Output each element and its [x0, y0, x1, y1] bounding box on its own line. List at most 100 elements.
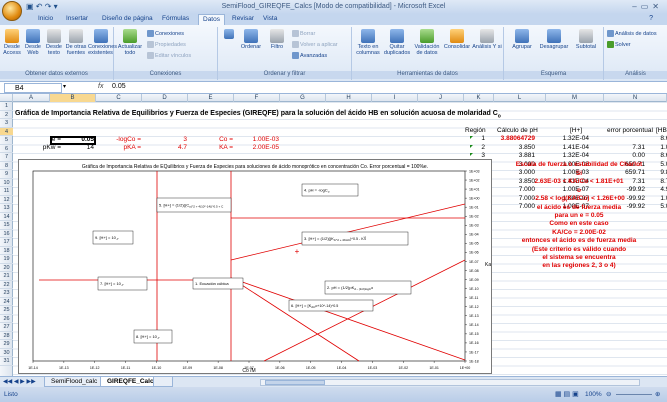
column-header[interactable]: L: [494, 94, 546, 102]
sort-az-icon[interactable]: [222, 29, 236, 40]
row-header[interactable]: 28: [0, 332, 13, 340]
other-sources-button[interactable]: De otras fuentes: [65, 29, 87, 56]
row-header[interactable]: 30: [0, 349, 13, 357]
solver-button[interactable]: Solver: [607, 41, 631, 48]
sheet-tab-gireqfe[interactable]: GIREQFE_Calc: [100, 377, 161, 387]
row-header[interactable]: 19: [0, 255, 13, 264]
properties-button[interactable]: Propiedades: [147, 41, 186, 48]
name-box[interactable]: B4: [4, 83, 62, 93]
column-header[interactable]: F: [234, 94, 280, 102]
advanced-button[interactable]: Avanzadas: [292, 52, 327, 59]
table-cell[interactable]: 2: [465, 144, 485, 152]
gireqfe-chart[interactable]: Gráfica de Importancia Relativa de EQuil…: [18, 159, 492, 374]
tab-formulas[interactable]: Fórmulas: [162, 15, 189, 22]
column-header[interactable]: B: [50, 94, 96, 102]
column-header[interactable]: M: [546, 94, 604, 102]
zoom-slider[interactable]: [616, 394, 652, 395]
table-cell[interactable]: 7.31: [589, 144, 645, 152]
row-header[interactable]: 15: [0, 221, 13, 230]
table-cell[interactable]: 1: [465, 135, 485, 143]
row-header[interactable]: 16: [0, 230, 13, 238]
error-indicator-icon[interactable]: [470, 153, 473, 156]
table-cell[interactable]: 3.850: [483, 144, 535, 152]
formula-input[interactable]: 0.05: [112, 83, 126, 90]
maximize-icon[interactable]: ▭: [641, 2, 653, 11]
row-header[interactable]: 17: [0, 238, 13, 247]
selected-cell-b4[interactable]: [50, 136, 96, 145]
table-cell[interactable]: 1.32E-04: [533, 135, 589, 143]
row-header[interactable]: 22: [0, 281, 13, 289]
row-header[interactable]: 24: [0, 298, 13, 306]
column-header[interactable]: D: [142, 94, 188, 102]
edit-links-button[interactable]: Editar vínculos: [147, 52, 191, 59]
error-indicator-icon[interactable]: [470, 144, 473, 148]
data-validation-button[interactable]: Validación de datos: [412, 29, 442, 56]
horizontal-scrollbar[interactable]: [260, 379, 640, 386]
row-header[interactable]: 26: [0, 315, 13, 323]
consolidate-button[interactable]: Consolidar: [443, 29, 471, 50]
table-cell[interactable]: 1.32E-04: [533, 152, 589, 160]
value-pkw[interactable]: 14: [50, 144, 94, 152]
row-header[interactable]: 2: [0, 111, 13, 119]
existing-connections-button[interactable]: Conexiones existentes: [88, 29, 117, 56]
sort-button[interactable]: Ordenar: [238, 29, 264, 50]
table-cell[interactable]: 1.41E-04: [533, 144, 589, 152]
filter-button[interactable]: Filtro: [266, 29, 288, 50]
row-header[interactable]: 18: [0, 247, 13, 255]
row-header[interactable]: 13: [0, 204, 13, 213]
value-pka[interactable]: 4.7: [143, 144, 187, 152]
from-access-button[interactable]: Desde Access: [2, 29, 22, 56]
column-header[interactable]: A: [13, 94, 50, 102]
refresh-all-button[interactable]: Actualizar todo: [117, 29, 143, 56]
column-header[interactable]: E: [188, 94, 234, 102]
insert-sheet-icon[interactable]: [153, 377, 173, 387]
office-button[interactable]: [2, 1, 22, 21]
group-button[interactable]: Agrupar: [508, 29, 536, 50]
zoom-out-icon[interactable]: ⊖: [606, 390, 611, 398]
column-header[interactable]: G: [280, 94, 326, 102]
remove-duplicates-button[interactable]: Quitar duplicados: [383, 29, 411, 56]
row-header[interactable]: 27: [0, 323, 13, 332]
reapply-button[interactable]: Volver a aplicar: [292, 41, 338, 48]
tab-diseno[interactable]: Diseño de página: [102, 15, 153, 22]
table-cell[interactable]: 8.68: [643, 135, 667, 143]
row-header[interactable]: 25: [0, 306, 13, 315]
from-web-button[interactable]: Desde Web: [23, 29, 43, 56]
row-header[interactable]: 3: [0, 119, 13, 128]
ungroup-button[interactable]: Desagrupar: [538, 29, 570, 50]
tab-datos[interactable]: Datos: [198, 14, 225, 25]
minimize-icon[interactable]: –: [632, 2, 640, 11]
row-header[interactable]: 9: [0, 170, 13, 179]
column-header[interactable]: J: [418, 94, 464, 102]
from-text-button[interactable]: Desde texto: [44, 29, 64, 56]
column-header[interactable]: N: [604, 94, 667, 102]
clear-button[interactable]: Borrar: [292, 30, 315, 37]
column-header[interactable]: I: [372, 94, 418, 102]
row-header[interactable]: 23: [0, 289, 13, 298]
sheet-tab-semiflood[interactable]: SemiFlood_calc: [44, 377, 105, 387]
fx-icon[interactable]: fx: [98, 83, 103, 90]
table-cell[interactable]: 0.00: [589, 152, 645, 160]
column-header[interactable]: K: [464, 94, 494, 102]
close-icon[interactable]: ✕: [652, 2, 663, 11]
what-if-button[interactable]: Análisis Y si: [472, 29, 502, 50]
row-header[interactable]: 7: [0, 153, 13, 162]
tab-vista[interactable]: Vista: [263, 15, 277, 22]
table-cell[interactable]: 1.00: [643, 144, 667, 152]
row-header[interactable]: 10: [0, 179, 13, 187]
tab-inicio[interactable]: Inicio: [38, 15, 53, 22]
zoom-level[interactable]: 100%: [585, 391, 602, 398]
row-header[interactable]: 5: [0, 136, 13, 145]
row-header[interactable]: 6: [0, 145, 13, 153]
data-analysis-button[interactable]: Análisis de datos: [607, 30, 657, 37]
row-header[interactable]: 11: [0, 187, 13, 196]
row-header[interactable]: 12: [0, 196, 13, 204]
tab-insertar[interactable]: Insertar: [66, 15, 88, 22]
connections-button[interactable]: Conexiones: [147, 30, 184, 37]
table-cell[interactable]: 3.88064729: [483, 135, 535, 143]
tab-revisar[interactable]: Revisar: [232, 15, 254, 22]
help-icon[interactable]: ?: [649, 15, 653, 22]
table-cell[interactable]: 8.68: [643, 152, 667, 160]
row-header[interactable]: 14: [0, 213, 13, 221]
column-header[interactable]: C: [96, 94, 142, 102]
